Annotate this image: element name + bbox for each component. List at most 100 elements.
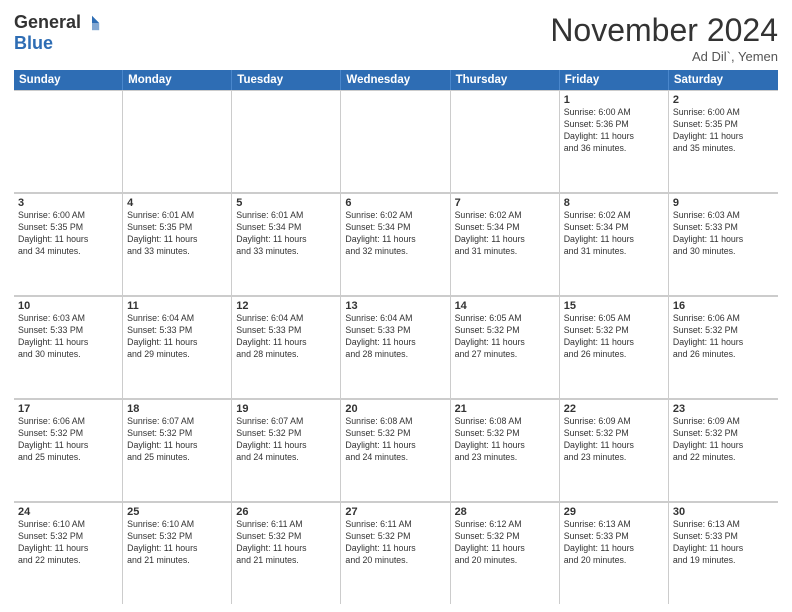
calendar: SundayMondayTuesdayWednesdayThursdayFrid… [14,70,778,604]
weekday-header-wednesday: Wednesday [341,70,450,90]
day-info: Sunrise: 6:00 AM Sunset: 5:35 PM Dayligh… [18,210,118,258]
day-number: 21 [455,403,555,415]
day-info: Sunrise: 6:00 AM Sunset: 5:35 PM Dayligh… [673,107,774,155]
empty-cell [232,90,341,192]
day-cell-8: 8Sunrise: 6:02 AM Sunset: 5:34 PM Daylig… [560,193,669,295]
calendar-row-0: 1Sunrise: 6:00 AM Sunset: 5:36 PM Daylig… [14,90,778,193]
day-cell-3: 3Sunrise: 6:00 AM Sunset: 5:35 PM Daylig… [14,193,123,295]
day-cell-6: 6Sunrise: 6:02 AM Sunset: 5:34 PM Daylig… [341,193,450,295]
day-info: Sunrise: 6:12 AM Sunset: 5:32 PM Dayligh… [455,519,555,567]
day-cell-4: 4Sunrise: 6:01 AM Sunset: 5:35 PM Daylig… [123,193,232,295]
month-title: November 2024 [550,12,778,49]
weekday-header-monday: Monday [123,70,232,90]
day-number: 7 [455,197,555,209]
day-info: Sunrise: 6:06 AM Sunset: 5:32 PM Dayligh… [18,416,118,464]
calendar-row-3: 17Sunrise: 6:06 AM Sunset: 5:32 PM Dayli… [14,399,778,502]
day-cell-12: 12Sunrise: 6:04 AM Sunset: 5:33 PM Dayli… [232,296,341,398]
day-number: 29 [564,506,664,518]
day-cell-23: 23Sunrise: 6:09 AM Sunset: 5:32 PM Dayli… [669,399,778,501]
day-cell-20: 20Sunrise: 6:08 AM Sunset: 5:32 PM Dayli… [341,399,450,501]
day-info: Sunrise: 6:00 AM Sunset: 5:36 PM Dayligh… [564,107,664,155]
day-info: Sunrise: 6:11 AM Sunset: 5:32 PM Dayligh… [345,519,445,567]
page: General Blue November 2024 Ad Dil`, Yeme… [0,0,792,612]
day-cell-2: 2Sunrise: 6:00 AM Sunset: 5:35 PM Daylig… [669,90,778,192]
day-cell-5: 5Sunrise: 6:01 AM Sunset: 5:34 PM Daylig… [232,193,341,295]
day-number: 18 [127,403,227,415]
empty-cell [451,90,560,192]
day-info: Sunrise: 6:03 AM Sunset: 5:33 PM Dayligh… [673,210,774,258]
weekday-header-thursday: Thursday [451,70,560,90]
day-number: 17 [18,403,118,415]
day-number: 24 [18,506,118,518]
day-number: 20 [345,403,445,415]
day-number: 19 [236,403,336,415]
day-cell-30: 30Sunrise: 6:13 AM Sunset: 5:33 PM Dayli… [669,502,778,604]
day-info: Sunrise: 6:05 AM Sunset: 5:32 PM Dayligh… [564,313,664,361]
day-cell-26: 26Sunrise: 6:11 AM Sunset: 5:32 PM Dayli… [232,502,341,604]
day-number: 2 [673,94,774,106]
day-number: 9 [673,197,774,209]
day-cell-7: 7Sunrise: 6:02 AM Sunset: 5:34 PM Daylig… [451,193,560,295]
day-cell-29: 29Sunrise: 6:13 AM Sunset: 5:33 PM Dayli… [560,502,669,604]
day-info: Sunrise: 6:13 AM Sunset: 5:33 PM Dayligh… [673,519,774,567]
day-number: 28 [455,506,555,518]
day-number: 1 [564,94,664,106]
calendar-header: SundayMondayTuesdayWednesdayThursdayFrid… [14,70,778,90]
logo-blue: Blue [14,33,53,54]
day-number: 8 [564,197,664,209]
day-info: Sunrise: 6:04 AM Sunset: 5:33 PM Dayligh… [345,313,445,361]
day-number: 13 [345,300,445,312]
weekday-header-tuesday: Tuesday [232,70,341,90]
day-cell-10: 10Sunrise: 6:03 AM Sunset: 5:33 PM Dayli… [14,296,123,398]
weekday-header-sunday: Sunday [14,70,123,90]
logo-icon [83,14,101,32]
weekday-header-saturday: Saturday [669,70,778,90]
day-cell-17: 17Sunrise: 6:06 AM Sunset: 5:32 PM Dayli… [14,399,123,501]
day-cell-28: 28Sunrise: 6:12 AM Sunset: 5:32 PM Dayli… [451,502,560,604]
day-number: 30 [673,506,774,518]
day-cell-22: 22Sunrise: 6:09 AM Sunset: 5:32 PM Dayli… [560,399,669,501]
day-cell-24: 24Sunrise: 6:10 AM Sunset: 5:32 PM Dayli… [14,502,123,604]
day-info: Sunrise: 6:09 AM Sunset: 5:32 PM Dayligh… [673,416,774,464]
day-number: 12 [236,300,336,312]
day-cell-25: 25Sunrise: 6:10 AM Sunset: 5:32 PM Dayli… [123,502,232,604]
calendar-row-1: 3Sunrise: 6:00 AM Sunset: 5:35 PM Daylig… [14,193,778,296]
logo: General Blue [14,12,101,54]
day-info: Sunrise: 6:07 AM Sunset: 5:32 PM Dayligh… [127,416,227,464]
day-info: Sunrise: 6:02 AM Sunset: 5:34 PM Dayligh… [564,210,664,258]
day-info: Sunrise: 6:09 AM Sunset: 5:32 PM Dayligh… [564,416,664,464]
header: General Blue November 2024 Ad Dil`, Yeme… [14,12,778,64]
empty-cell [123,90,232,192]
day-info: Sunrise: 6:03 AM Sunset: 5:33 PM Dayligh… [18,313,118,361]
title-block: November 2024 Ad Dil`, Yemen [550,12,778,64]
empty-cell [341,90,450,192]
day-number: 16 [673,300,774,312]
day-info: Sunrise: 6:10 AM Sunset: 5:32 PM Dayligh… [18,519,118,567]
day-info: Sunrise: 6:02 AM Sunset: 5:34 PM Dayligh… [345,210,445,258]
day-number: 27 [345,506,445,518]
day-cell-13: 13Sunrise: 6:04 AM Sunset: 5:33 PM Dayli… [341,296,450,398]
logo-text: General [14,12,101,33]
day-cell-27: 27Sunrise: 6:11 AM Sunset: 5:32 PM Dayli… [341,502,450,604]
day-cell-9: 9Sunrise: 6:03 AM Sunset: 5:33 PM Daylig… [669,193,778,295]
day-number: 23 [673,403,774,415]
day-cell-14: 14Sunrise: 6:05 AM Sunset: 5:32 PM Dayli… [451,296,560,398]
weekday-header-friday: Friday [560,70,669,90]
day-info: Sunrise: 6:08 AM Sunset: 5:32 PM Dayligh… [345,416,445,464]
day-info: Sunrise: 6:13 AM Sunset: 5:33 PM Dayligh… [564,519,664,567]
day-cell-21: 21Sunrise: 6:08 AM Sunset: 5:32 PM Dayli… [451,399,560,501]
day-number: 10 [18,300,118,312]
day-number: 5 [236,197,336,209]
day-cell-1: 1Sunrise: 6:00 AM Sunset: 5:36 PM Daylig… [560,90,669,192]
day-info: Sunrise: 6:04 AM Sunset: 5:33 PM Dayligh… [127,313,227,361]
day-cell-18: 18Sunrise: 6:07 AM Sunset: 5:32 PM Dayli… [123,399,232,501]
day-number: 26 [236,506,336,518]
day-info: Sunrise: 6:04 AM Sunset: 5:33 PM Dayligh… [236,313,336,361]
day-number: 15 [564,300,664,312]
day-cell-11: 11Sunrise: 6:04 AM Sunset: 5:33 PM Dayli… [123,296,232,398]
day-cell-15: 15Sunrise: 6:05 AM Sunset: 5:32 PM Dayli… [560,296,669,398]
day-info: Sunrise: 6:08 AM Sunset: 5:32 PM Dayligh… [455,416,555,464]
empty-cell [14,90,123,192]
day-number: 11 [127,300,227,312]
day-info: Sunrise: 6:05 AM Sunset: 5:32 PM Dayligh… [455,313,555,361]
